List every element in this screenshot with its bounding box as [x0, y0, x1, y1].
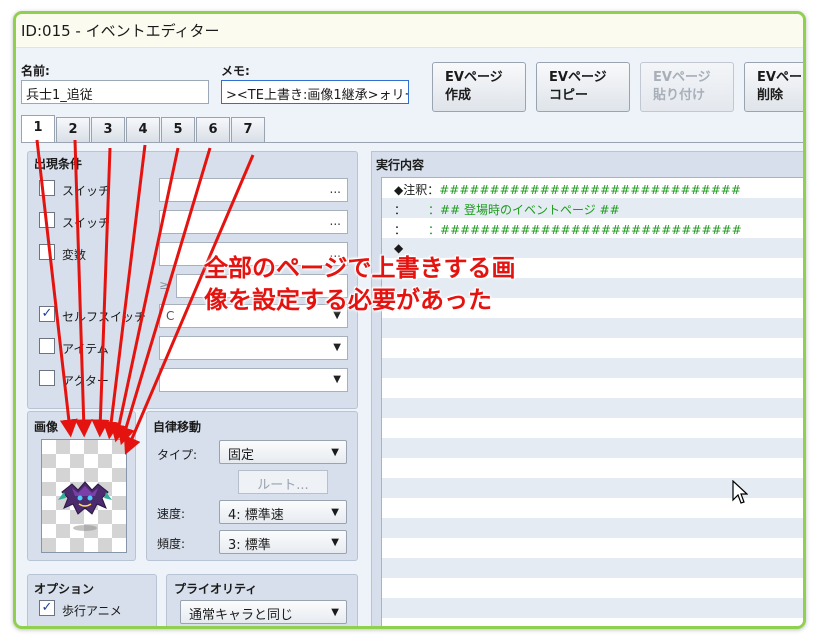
arrow-tab-6: [117, 147, 212, 446]
annotation-arrows: [35, 139, 255, 455]
arrow-tab-2: [73, 139, 93, 438]
arrow-tab-3: [91, 147, 112, 438]
annotation-note: 全部のページで上書きする画像を設定する必要があった: [204, 254, 516, 314]
arrow-tab-1: [35, 139, 78, 438]
